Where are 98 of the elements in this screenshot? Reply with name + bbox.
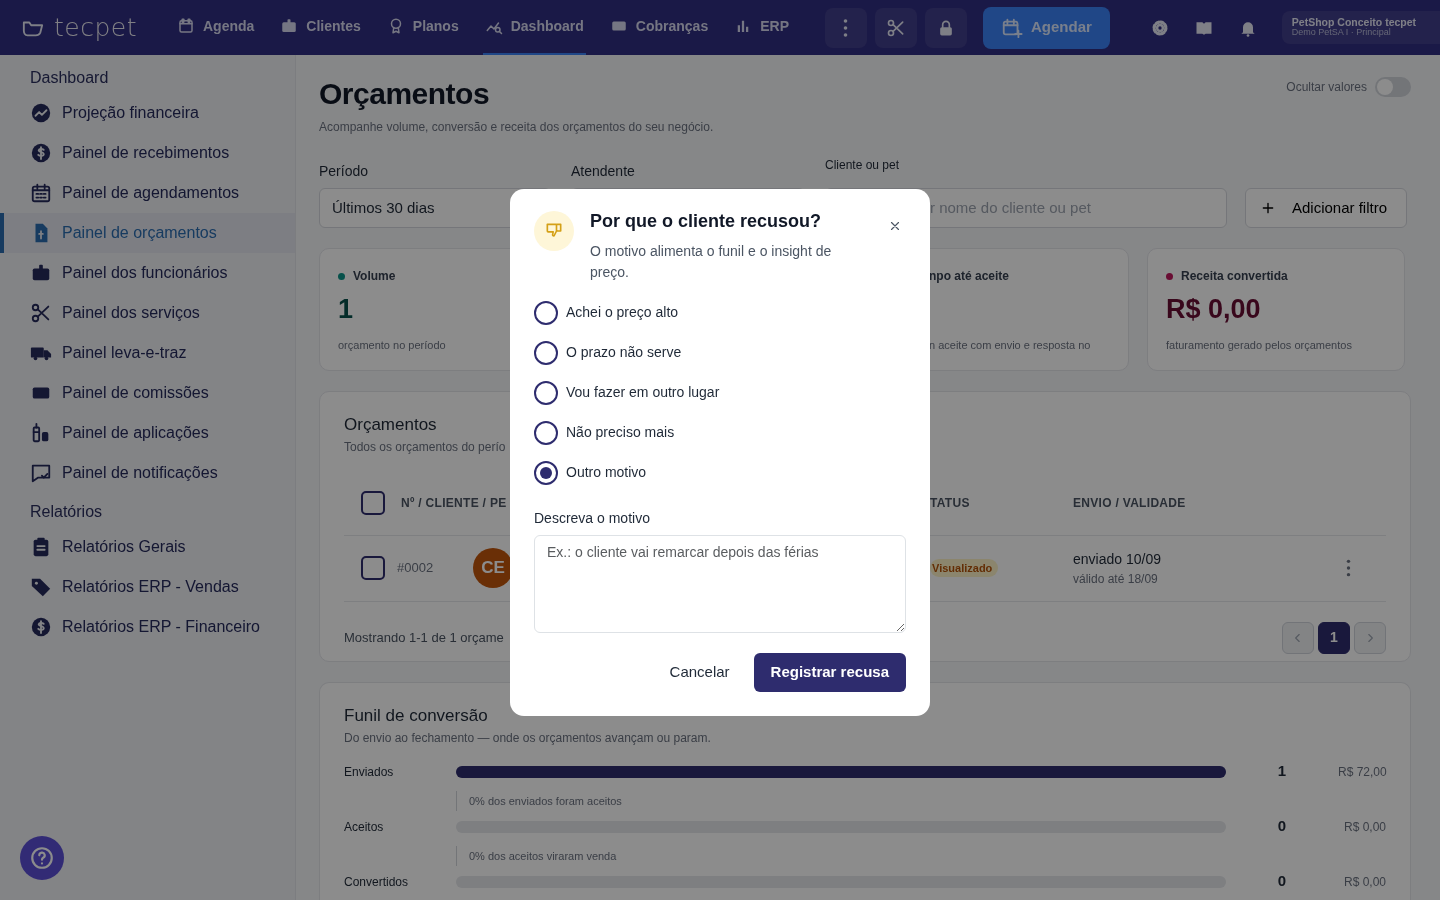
column-header: TATUS: [930, 495, 970, 512]
stage-amount: R$ 0,00: [1342, 818, 1386, 836]
scissors-icon: [886, 17, 906, 38]
trend-icon: [30, 102, 52, 124]
tag-icon: [30, 576, 52, 598]
stage-note: 0% dos aceitos viraram venda: [456, 845, 617, 866]
card-subtitle: Do envio ao fechamento — onde os orçamentos avançam ou param.: [344, 729, 711, 747]
select-all-checkbox[interactable]: [361, 491, 385, 515]
page-button[interactable]: 1: [1318, 621, 1350, 654]
field-label: Atendente: [571, 162, 636, 181]
radio-option[interactable]: Vou fazer em outro lugar: [534, 372, 906, 413]
plus-icon: [1260, 200, 1276, 216]
radio-button[interactable]: [534, 460, 558, 485]
sidebar-item[interactable]: Relatórios Gerais: [0, 527, 295, 567]
toggle-switch[interactable]: [1375, 77, 1411, 97]
stat-label: Receita convertida: [1181, 268, 1288, 285]
section-heading: Relatórios: [29, 502, 104, 522]
page-title: Orçamentos: [319, 77, 491, 110]
stage-label: Aceitos: [344, 818, 385, 836]
sidebar-item[interactable]: Painel de comissões: [0, 373, 295, 413]
client-avatar: CE: [473, 548, 513, 588]
stage-note: 0% dos enviados foram aceitos: [456, 790, 622, 811]
nav-tab[interactable]: Dashboard: [482, 0, 586, 55]
add-filter-button[interactable]: Adicionar filtro: [1245, 188, 1407, 228]
field-label: Descreva o motivo: [534, 508, 651, 528]
stage-amount: R$ 0,00: [1342, 873, 1386, 891]
radio-option[interactable]: Outro motivo: [534, 452, 906, 493]
valid-date: válido até 18/09: [1073, 570, 1159, 588]
dollar-icon: [30, 616, 52, 638]
stage-label: Enviados: [344, 763, 395, 781]
nav-tab[interactable]: Cobranças: [607, 0, 711, 55]
account-name: PetShop Conceito tecpet: [1291, 16, 1418, 29]
sidebar-item[interactable]: Painel dos serviços: [0, 293, 295, 333]
stage-count: 1: [1276, 761, 1288, 782]
quote-number: #0002: [397, 559, 435, 578]
stage-count: 0: [1276, 871, 1288, 892]
nav-tab[interactable]: Planos: [384, 0, 461, 55]
section-heading: Dashboard: [29, 68, 110, 88]
sidebar-item[interactable]: Painel de aplicações: [0, 413, 295, 453]
radio-button[interactable]: [534, 340, 558, 365]
sidebar-item[interactable]: Projeção financeira: [0, 93, 295, 133]
stat-note: faturamento gerado pelos orçamentos: [1166, 338, 1352, 353]
column-header: ENVIO / VALIDADE: [1073, 495, 1186, 512]
radio-option[interactable]: Não preciso mais: [534, 412, 906, 453]
sidebar-item[interactable]: Painel de recebimentos: [0, 133, 295, 173]
sidebar-item[interactable]: Painel leva-e-traz: [0, 333, 295, 373]
reason-field[interactable]: Ex.: o cliente vai remarcar depois das férias: [534, 534, 906, 633]
stage-count: 0: [1276, 816, 1288, 837]
stat-label: npo até aceite: [929, 268, 1010, 285]
card-subtitle: Todos os orçamentos do perío: [344, 438, 506, 456]
radio-button[interactable]: [534, 420, 558, 445]
calendar-icon: [177, 17, 195, 35]
more-icon: [843, 17, 849, 38]
nav-tab[interactable]: ERP: [732, 0, 791, 55]
submit-button[interactable]: Registrar recusa: [753, 652, 906, 692]
radio-button[interactable]: [534, 300, 558, 325]
stage-label: Convertidos: [344, 873, 410, 891]
scissors-icon: [30, 302, 52, 324]
calendar-plus-icon: [1001, 16, 1023, 39]
stat-value: 1: [338, 293, 354, 326]
stat-note: orçamento no período: [338, 338, 446, 353]
chat-check-icon: [30, 462, 52, 484]
results-count: Mostrando 1-1 de 1 orçame: [344, 628, 504, 647]
dialog-subtitle: O motivo alimenta o funil e o insight de preço.: [590, 241, 833, 282]
close-icon: [888, 219, 902, 233]
dollar-icon: [30, 142, 52, 164]
help-icon: [29, 845, 55, 871]
column-header: Nº / CLIENTE / PE: [401, 495, 507, 512]
radio-option[interactable]: O prazo não serve: [534, 332, 906, 373]
sidebar-item[interactable]: Painel de orçamentos: [0, 213, 295, 253]
card-title: Orçamentos: [344, 414, 437, 436]
sent-date: enviado 10/09: [1073, 549, 1162, 569]
row-checkbox[interactable]: [361, 556, 385, 580]
stat-label: Volume: [353, 268, 396, 285]
radio-button[interactable]: [534, 380, 558, 405]
card-title: Funil de conversão: [344, 705, 488, 727]
more-icon: [1346, 559, 1351, 577]
sidebar-item[interactable]: Painel de notificações: [0, 453, 295, 493]
stage-amount: R$ 72,00: [1338, 763, 1386, 781]
calendar-icon: [30, 182, 52, 204]
field-label: Período: [319, 162, 370, 181]
sidebar-item[interactable]: Relatórios ERP - Financeiro: [0, 607, 295, 647]
sidebar-item[interactable]: Painel dos funcionários: [0, 253, 295, 293]
status-badge: Visualizado: [930, 558, 999, 578]
close-button[interactable]: [888, 219, 902, 233]
logo[interactable]: tecpet: [20, 8, 137, 47]
dialog-title: Por que o cliente recusou?: [590, 211, 823, 233]
toggle-label: Ocultar valores: [1286, 79, 1367, 96]
radio-option[interactable]: Achei o preço alto: [534, 292, 906, 333]
cancel-button[interactable]: Cancelar: [669, 660, 730, 684]
sidebar-item[interactable]: Relatórios ERP - Vendas: [0, 567, 295, 607]
field-label: Cliente ou pet: [825, 157, 901, 174]
page-subtitle: Acompanhe volume, conversão e receita dos orçamentos do seu negócio.: [319, 119, 714, 136]
nav-tab[interactable]: Agenda: [175, 0, 257, 55]
nav-tab[interactable]: Clientes: [278, 0, 363, 55]
stat-note: n aceite com envio e resposta no: [929, 338, 1091, 353]
stat-value: R$ 0,00: [1166, 293, 1261, 326]
sidebar-item[interactable]: Painel de agendamentos: [0, 173, 295, 213]
